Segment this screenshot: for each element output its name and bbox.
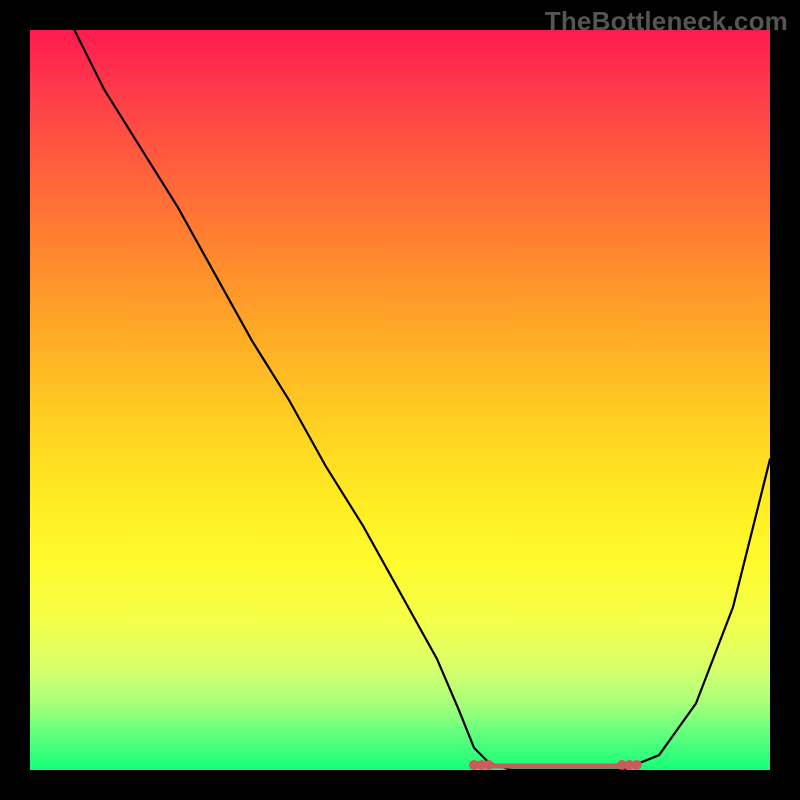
watermark-text: TheBottleneck.com xyxy=(545,6,788,37)
marker-dot xyxy=(484,760,494,770)
curve-svg xyxy=(30,30,770,770)
chart-stage: TheBottleneck.com xyxy=(0,0,800,800)
plot-area xyxy=(30,30,770,770)
bottleneck-curve xyxy=(74,30,770,770)
marker-dot xyxy=(632,760,642,770)
